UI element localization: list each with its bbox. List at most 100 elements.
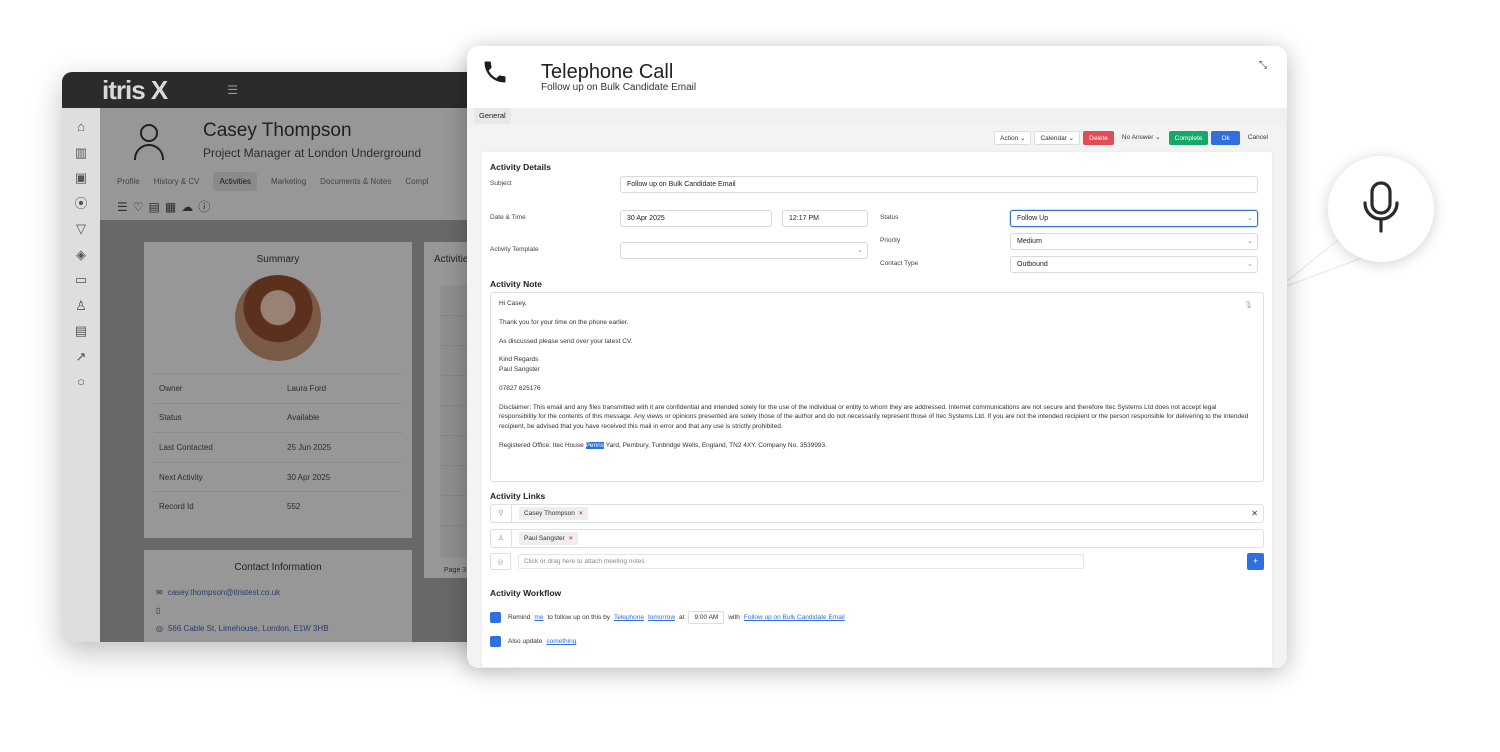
modal-title: Telephone Call xyxy=(541,61,674,83)
subject-input[interactable]: Follow up on Bulk Candidate Email xyxy=(620,176,1258,193)
contact-email[interactable]: casey.thompson@itristest.co.uk xyxy=(168,588,280,597)
tab-history-cv[interactable]: History & CV xyxy=(154,177,200,186)
note-greeting: Hi Casey, xyxy=(499,300,527,307)
tab-documents-notes[interactable]: Documents & Notes xyxy=(320,177,391,186)
wf-time-input[interactable]: 9:00 AM xyxy=(688,611,725,624)
cancel-button[interactable]: Cancel xyxy=(1243,131,1273,145)
add-button[interactable]: + xyxy=(1247,553,1264,570)
activity-form: Activity Details Subject Follow up on Bu… xyxy=(481,151,1273,668)
cloud-icon[interactable]: ☁ xyxy=(181,200,198,214)
summary-key: Next Activity xyxy=(159,472,203,482)
stage: itris X ☰ ⌂ ▥ ▣ ⦿ ▽ ◈ ▭ ♙ ▤ ↗ ○ Casey Th… xyxy=(0,0,1500,752)
chevron-down-icon: ⌄ xyxy=(1247,238,1253,245)
link-chip[interactable]: Casey Thompson × xyxy=(519,507,588,520)
chart-icon[interactable]: ↗ xyxy=(76,344,87,370)
collapse-icon[interactable]: ⤡ xyxy=(1259,60,1267,71)
filter-icon[interactable]: ▽ xyxy=(76,216,86,242)
building-icon[interactable]: ▥ xyxy=(75,140,87,166)
wf-who-link[interactable]: me xyxy=(534,614,543,621)
wf-update-link[interactable]: something xyxy=(546,638,576,645)
status-select[interactable]: Follow Up ⌄ xyxy=(1010,210,1258,227)
app-logo: itris X xyxy=(102,74,168,105)
tab-activities[interactable]: Activities xyxy=(213,172,258,191)
microphone-icon xyxy=(1363,181,1399,233)
home-icon[interactable]: ⌂ xyxy=(77,114,85,140)
heart-icon[interactable]: ♡ xyxy=(133,200,149,214)
calendar-dropdown[interactable]: Calendar ⌄ xyxy=(1034,131,1081,145)
activity-note-heading: Activity Note xyxy=(490,279,542,289)
template-label: Activity Template xyxy=(490,246,539,253)
wf-text: Also update xyxy=(508,638,543,645)
user-icon[interactable]: ♙ xyxy=(75,293,87,319)
ok-button[interactable]: Ok xyxy=(1211,131,1240,145)
contact-type-label: Contact Type xyxy=(880,260,919,267)
datetime-label: Date & Time xyxy=(490,214,526,221)
search-icon[interactable]: ○ xyxy=(77,369,85,395)
modal-body: Action ⌄ Calendar ⌄ Delete No Answer ⌄ C… xyxy=(467,126,1287,668)
note-office-post: Yard, Pembury, Tunbridge Wells, England,… xyxy=(604,441,827,449)
time-input[interactable]: 12:17 PM xyxy=(782,210,868,227)
tab-marketing[interactable]: Marketing xyxy=(271,177,306,186)
layers-icon[interactable]: ◈ xyxy=(76,242,86,268)
action-label: Action xyxy=(1000,135,1019,142)
summary-value: Laura Ford xyxy=(287,383,327,393)
summary-value: 30 Apr 2025 xyxy=(287,472,331,482)
attach-dropzone[interactable]: Click or drag here to attach meeting not… xyxy=(518,554,1084,569)
document-icon[interactable]: ▤ xyxy=(149,200,165,214)
remove-icon[interactable]: × xyxy=(569,535,573,542)
attach-row: ◎ Click or drag here to attach meeting n… xyxy=(490,553,1264,572)
profile-header: Casey Thompson Project Manager at London… xyxy=(100,108,502,220)
wf-text: to follow up on this by xyxy=(547,614,610,621)
broadcast-icon[interactable]: ⦿ xyxy=(74,191,87,217)
list-icon[interactable]: ☰ xyxy=(117,200,133,214)
template-select[interactable]: ⌄ xyxy=(620,242,868,259)
no-answer-dropdown[interactable]: No Answer ⌄ xyxy=(1117,131,1166,145)
tab-profile[interactable]: Profile xyxy=(117,177,140,186)
summary-key: Owner xyxy=(159,383,183,393)
wf-subject-link[interactable]: Follow up on Bulk Candidate Email xyxy=(744,614,845,621)
reminder-checkbox[interactable] xyxy=(490,612,501,623)
documents-icon[interactable]: ▤ xyxy=(75,318,87,344)
mic-icon[interactable]: 🎙 xyxy=(1244,301,1253,312)
wf-when-link[interactable]: tomorrow xyxy=(648,614,675,621)
tab-general[interactable]: General xyxy=(474,108,511,124)
modal-header: Telephone Call Follow up on Bulk Candida… xyxy=(467,46,1287,108)
priority-select[interactable]: Medium ⌄ xyxy=(1010,233,1258,250)
laptop-icon[interactable]: ▭ xyxy=(75,267,87,293)
remove-icon[interactable]: × xyxy=(579,510,583,517)
profile-action-icons: ☰♡▤▦☁ⓘ xyxy=(117,198,215,215)
contact-card-icon[interactable]: ▣ xyxy=(75,165,87,191)
link-chip[interactable]: Paul Sangster × xyxy=(519,532,578,545)
location-icon: ◎ xyxy=(156,623,163,633)
side-rail: ⌂ ▥ ▣ ⦿ ▽ ◈ ▭ ♙ ▤ ↗ ○ xyxy=(62,108,100,642)
chevron-down-icon: ⌄ xyxy=(1247,261,1253,268)
action-dropdown[interactable]: Action ⌄ xyxy=(994,131,1032,145)
summary-value: 552 xyxy=(287,502,301,512)
contact-address-row: ◎ 566 Cable St, Limehouse, London, E1W 3H… xyxy=(144,619,412,637)
summary-row: Owner Laura Ford xyxy=(154,373,402,403)
delete-button[interactable]: Delete xyxy=(1083,131,1114,145)
hamburger-icon[interactable]: ☰ xyxy=(227,83,238,97)
update-checkbox[interactable] xyxy=(490,636,501,647)
date-input[interactable]: 30 Apr 2025 xyxy=(620,210,772,227)
contact-type-select[interactable]: Outbound ⌄ xyxy=(1010,256,1258,273)
clipboard-icon[interactable]: ▦ xyxy=(165,200,181,214)
chevron-down-icon: ⌄ xyxy=(857,247,863,254)
clear-icon[interactable]: ✕ xyxy=(1251,505,1258,522)
mail-icon: ✉ xyxy=(156,587,163,597)
tab-compliance[interactable]: Compl xyxy=(405,177,428,186)
note-signoff-regards: Kind Regards xyxy=(499,356,539,364)
calendar-label: Calendar xyxy=(1040,135,1067,142)
complete-button[interactable]: Complete xyxy=(1168,131,1209,145)
alert-icon[interactable]: ⓘ xyxy=(198,200,215,214)
summary-title: Summary xyxy=(256,254,300,265)
wf-method-link[interactable]: Telephone xyxy=(614,614,644,621)
priority-value: Medium xyxy=(1017,238,1042,245)
note-disclaimer: Disclaimer: This email and any files tra… xyxy=(499,403,1249,431)
status-value: Follow Up xyxy=(1017,215,1049,222)
activity-note-editor[interactable]: 🎙 Hi Casey, Thank you for your time on t… xyxy=(490,292,1264,482)
profile-role: Project Manager at London Underground xyxy=(203,146,422,160)
contact-address[interactable]: 566 Cable St, Limehouse, London, E1W 3HB xyxy=(168,624,329,633)
note-office: Registered Office: Itec House Penns Yard… xyxy=(499,441,1255,451)
contact-phone-row: ▯ xyxy=(144,601,412,619)
